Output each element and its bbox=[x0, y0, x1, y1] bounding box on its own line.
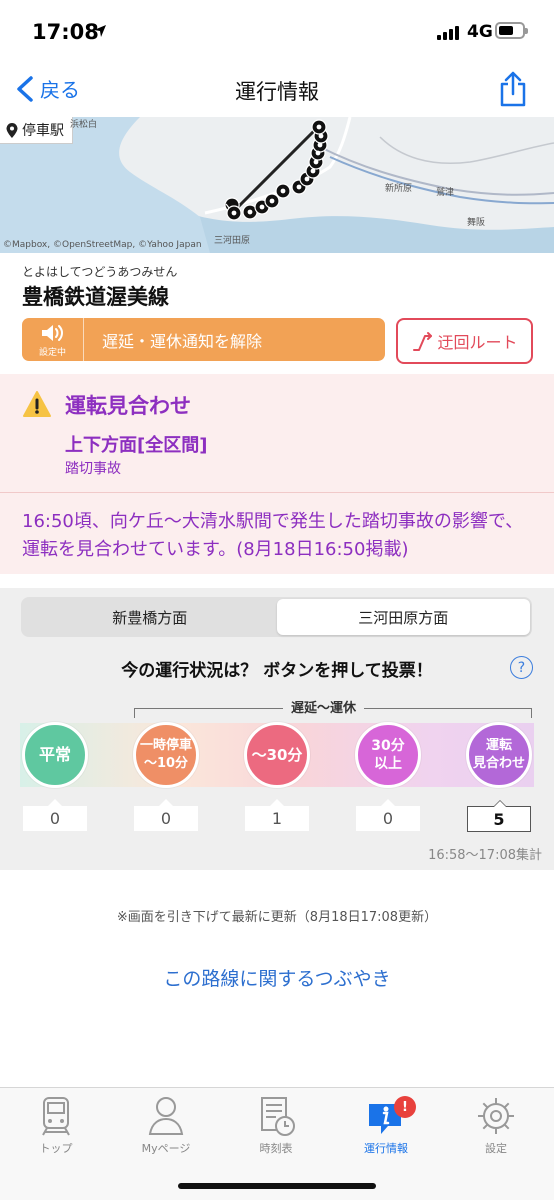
vote-over-30min-button[interactable]: 30分 以上 bbox=[355, 722, 421, 788]
nav-bar: 戻る 運行情報 bbox=[0, 64, 554, 116]
divider bbox=[0, 492, 554, 493]
alert-cause: 踏切事故 bbox=[65, 461, 121, 477]
range-label: 遅延～運休 bbox=[283, 697, 365, 716]
map-place: 新所原 bbox=[385, 184, 413, 194]
speaker-icon bbox=[41, 324, 63, 341]
vote-section: 新豊橋方面 三河田原方面 今の運行状況は？ ボタンを押して投票！ ? 遅延～運休… bbox=[0, 588, 554, 870]
line-name-reading: とよはしてつどうあつみせん bbox=[22, 265, 178, 279]
detour-route-button[interactable]: 迂回ルート bbox=[396, 318, 533, 364]
share-icon[interactable] bbox=[498, 70, 528, 108]
alert-detail: 16:50頃、向ケ丘～大清水駅間で発生した踏切事故の影響で、運転を見合わせていま… bbox=[22, 511, 524, 560]
tab-settings[interactable]: 設定 bbox=[446, 1094, 546, 1164]
detour-route-label: 迂回ルート bbox=[437, 333, 518, 352]
refresh-note: ※画面を引き下げて最新に更新（8月18日17:08更新） bbox=[116, 910, 438, 925]
tab-service-info[interactable]: ! 運行情報 bbox=[336, 1094, 436, 1164]
gear-icon bbox=[478, 1098, 514, 1134]
tab-label: トップ bbox=[39, 1142, 73, 1155]
vote-stop-10min-button[interactable]: 一時停車 ～10分 bbox=[133, 722, 199, 788]
train-icon bbox=[42, 1097, 70, 1136]
map-place: 舞阪 bbox=[467, 218, 486, 228]
battery-icon bbox=[495, 22, 528, 39]
vote-count: 1 bbox=[245, 799, 309, 831]
vote-question: 今の運行状況は？ ボタンを押して投票！ bbox=[121, 661, 433, 681]
notification-button-label: 遅延・運休通知を解除 bbox=[102, 331, 263, 351]
notification-badge: ! bbox=[394, 1096, 416, 1118]
alert-status: 運転見合わせ bbox=[65, 394, 191, 418]
tweets-link[interactable]: この路線に関するつぶやき bbox=[0, 964, 554, 991]
vote-count: 0 bbox=[23, 799, 87, 831]
tab-top[interactable]: トップ bbox=[6, 1094, 106, 1164]
speaker-area: 設定中 bbox=[22, 318, 84, 361]
direction-segmented-control: 新豊橋方面 三河田原方面 bbox=[21, 597, 532, 637]
tab-label: 運行情報 bbox=[364, 1142, 408, 1155]
vote-count: 0 bbox=[134, 799, 198, 831]
map-place: 鷲津 bbox=[436, 188, 455, 198]
stop-station-label: 停車駅 bbox=[22, 123, 64, 139]
vote-period: 16:58～17:08集計 bbox=[428, 848, 542, 863]
vote-30min-button[interactable]: ～30分 bbox=[244, 722, 310, 788]
status-bar: 17:08 4G bbox=[0, 0, 554, 64]
vote-count-selected: 5 bbox=[467, 800, 531, 832]
tab-label: 設定 bbox=[485, 1142, 507, 1155]
help-icon[interactable]: ? bbox=[510, 656, 533, 679]
location-arrow-icon bbox=[94, 25, 106, 37]
vote-count: 0 bbox=[356, 799, 420, 831]
map-place: 浜松白 bbox=[70, 120, 98, 130]
vote-suspended-button[interactable]: 運転 見合わせ bbox=[466, 722, 532, 788]
tab-label: Myページ bbox=[141, 1142, 191, 1155]
person-icon bbox=[148, 1097, 184, 1135]
line-name: 豊橋鉄道渥美線 bbox=[22, 285, 169, 309]
warning-icon bbox=[23, 391, 51, 417]
tab-label: 時刻表 bbox=[259, 1142, 293, 1155]
network-type: 4G bbox=[467, 22, 493, 42]
route-map[interactable]: 停車駅 新所原 鷲津 舞阪 三河田原 浜松白 ©Mapbox, ©OpenStr… bbox=[0, 117, 554, 253]
tab-timetable[interactable]: 時刻表 bbox=[226, 1094, 326, 1164]
page-title: 運行情報 bbox=[235, 80, 319, 104]
map-attribution: ©Mapbox, ©OpenStreetMap, ©Yahoo Japan bbox=[3, 240, 202, 250]
status-time: 17:08 bbox=[32, 20, 99, 44]
map-pin-icon bbox=[6, 122, 18, 138]
vote-normal-button[interactable]: 平常 bbox=[22, 722, 88, 788]
service-alert: 運転見合わせ 上下方面[全区間] 踏切事故 16:50頃、向ケ丘～大清水駅間で発… bbox=[0, 374, 554, 574]
home-indicator bbox=[178, 1183, 376, 1189]
tab-my-page[interactable]: Myページ bbox=[116, 1094, 216, 1164]
notification-toggle-button[interactable]: 設定中 遅延・運休通知を解除 bbox=[22, 318, 385, 361]
stop-station-badge[interactable]: 停車駅 bbox=[0, 117, 73, 144]
map-place: 三河田原 bbox=[214, 236, 251, 246]
alert-direction: 上下方面[全区間] bbox=[65, 435, 208, 456]
line-header: とよはしてつどうあつみせん 豊橋鉄道渥美線 設定中 遅延・運休通知を解除 迂回ル… bbox=[0, 253, 554, 370]
station-pins bbox=[224, 119, 329, 221]
detour-arrow-icon bbox=[413, 332, 433, 351]
notification-status: 設定中 bbox=[38, 347, 66, 358]
tab-shin-toyohashi[interactable]: 新豊橋方面 bbox=[23, 599, 277, 635]
timetable-icon bbox=[261, 1097, 295, 1136]
tab-mikawa-tahara[interactable]: 三河田原方面 bbox=[276, 599, 530, 635]
signal-icon bbox=[437, 24, 463, 40]
